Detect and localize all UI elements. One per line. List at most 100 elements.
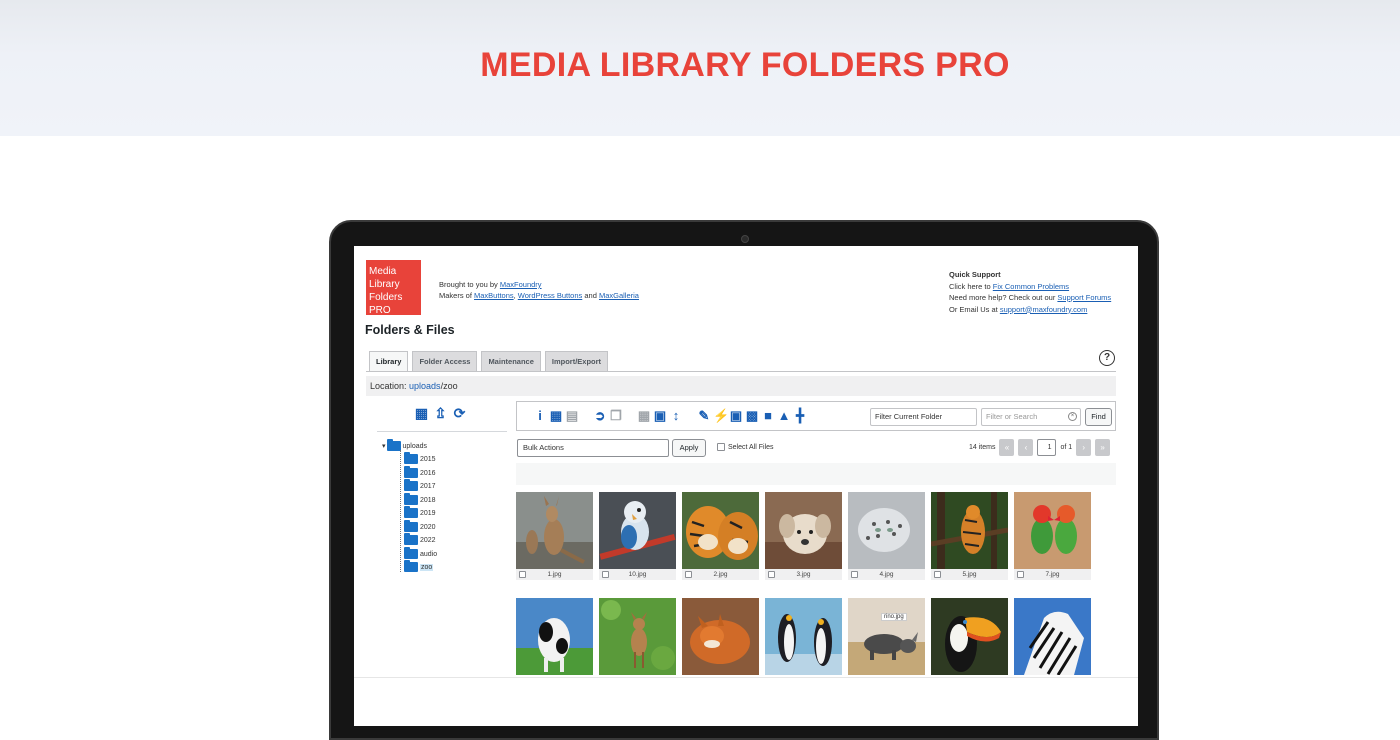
folder-icon [404,479,418,491]
tab-import-export[interactable]: Import/Export [544,351,609,371]
thumbnail-tiger[interactable] [682,492,759,569]
media-tile[interactable] [931,598,1008,675]
upload-icon[interactable]: ⇫ [433,406,448,421]
search-input[interactable]: Filter or Search × [981,408,1081,426]
tree-folder[interactable]: 2015 [404,452,436,464]
tile-checkbox[interactable] [1017,571,1024,578]
thumbnail-snow-leopard[interactable] [848,492,925,569]
tree-folder[interactable]: 2019 [404,506,436,518]
thumbnail-toucan[interactable] [931,598,1008,675]
media-tile[interactable]: 4.jpg [848,492,925,580]
fix-problems-link[interactable]: Fix Common Problems [993,282,1069,291]
tile-checkbox[interactable] [685,571,692,578]
select-all-checkbox[interactable] [717,443,725,451]
tab-folder-access[interactable]: Folder Access [412,351,478,371]
location-uploads-link[interactable]: uploads [409,381,441,391]
find-button[interactable]: Find [1085,408,1112,426]
sync-icon[interactable]: ⚡ [713,409,729,423]
tile-checkbox[interactable] [602,571,609,578]
camera-icon [741,235,749,243]
thumbnail-rhino[interactable]: rino.jpg [848,598,925,675]
tab-library[interactable]: Library [369,351,409,372]
media-tile[interactable]: 3.jpg [765,492,842,580]
pagination: 14 items « ‹ 1 of 1 › » [969,439,1111,456]
thumbnail-tiger-jungle[interactable] [931,492,1008,569]
image-icon[interactable]: ▩ [745,409,759,423]
media-tile[interactable]: 10.jpg [599,492,676,580]
sort-file-icon[interactable]: ▣ [653,409,667,423]
tab-maintenance[interactable]: Maintenance [481,351,541,371]
thumbnail-puppy[interactable] [765,492,842,569]
trash-icon[interactable]: ■ [761,409,775,423]
bulk-actions-select[interactable]: Bulk Actions [517,439,669,457]
wordpress-buttons-link[interactable]: WordPress Buttons [518,291,582,300]
tree-folder-selected[interactable]: zoo [404,560,434,572]
sitemap-icon[interactable]: ╋ [793,409,807,423]
media-tile[interactable] [682,598,759,675]
media-tile[interactable]: 2.jpg [682,492,759,580]
page-input[interactable]: 1 [1037,439,1057,456]
last-page-button[interactable]: » [1095,439,1111,456]
media-tile[interactable]: 5.jpg [931,492,1008,580]
rename-icon[interactable]: ✎ [697,409,711,423]
filter-current-folder-button[interactable]: Filter Current Folder [870,408,977,426]
thumbnail-fawn[interactable] [599,598,676,675]
grid-view-icon[interactable]: ▦ [549,409,563,423]
tree-folder[interactable]: audio [404,547,437,559]
thumbnail-parrot[interactable] [599,492,676,569]
page-title: Folders & Files [365,323,455,337]
clear-search-icon[interactable]: × [1068,412,1077,421]
media-tile[interactable] [765,598,842,675]
tree-folder[interactable]: 2022 [404,533,436,545]
media-tile[interactable]: rino.jpg [848,598,925,675]
tile-checkbox[interactable] [768,571,775,578]
tile-checkbox[interactable] [519,571,526,578]
tile-checkbox[interactable] [934,571,941,578]
add-folder-icon[interactable]: ▦ [414,406,429,421]
download-file-icon[interactable]: ▲ [777,409,791,423]
tree-folder[interactable]: 2017 [404,479,436,491]
tree-root[interactable]: ▾ uploads [382,439,427,451]
thumbnail-fox[interactable] [682,598,759,675]
apply-button[interactable]: Apply [672,439,706,457]
refresh-icon[interactable]: ⟳ [452,406,467,421]
media-tile[interactable] [599,598,676,675]
collapse-icon[interactable]: ▾ [382,442,386,450]
sort-order-icon[interactable]: ↕ [669,409,683,423]
prev-page-button[interactable]: ‹ [1018,439,1034,456]
tree-folder[interactable]: 2018 [404,493,436,505]
support-forums-link[interactable]: Support Forums [1057,293,1111,302]
file-name: 10.jpg [628,571,647,578]
tree-folder[interactable]: 2020 [404,520,436,532]
gallery-icon[interactable]: ▣ [729,409,743,423]
tree-folder-label: 2018 [420,496,436,504]
help-icon[interactable]: ? [1099,350,1115,366]
thumbnail-penguins[interactable] [765,598,842,675]
file-name: 2.jpg [713,571,728,578]
thumbnail-kangaroo[interactable] [516,492,593,569]
tree-folder[interactable]: 2016 [404,466,436,478]
thumbnail-lovebirds[interactable] [1014,492,1091,569]
tile-checkbox[interactable] [851,571,858,578]
maxgalleria-link[interactable]: MaxGalleria [599,291,639,300]
media-tile[interactable] [1014,598,1091,675]
thumbnail-zebra[interactable] [1014,598,1091,675]
media-tile[interactable] [516,598,593,675]
media-tile[interactable]: 7.jpg [1014,492,1091,580]
file-name: 5.jpg [962,571,977,578]
maxbuttons-link[interactable]: MaxButtons [474,291,514,300]
quick-support: Quick Support Click here to Fix Common P… [949,269,1111,315]
info-icon[interactable]: i [533,409,547,423]
select-all-files[interactable]: Select All Files [717,443,774,451]
maxfoundry-link[interactable]: MaxFoundry [500,280,542,289]
media-tile[interactable]: 1.jpg [516,492,593,580]
first-page-button[interactable]: « [999,439,1015,456]
move-icon[interactable]: ➲ [593,409,607,423]
list-view-icon[interactable]: ▤ [565,409,579,423]
folder-icon [386,439,401,451]
thumbnail-cow[interactable] [516,598,593,675]
calendar-icon[interactable]: ▦ [637,409,651,423]
support-email-link[interactable]: support@maxfoundry.com [1000,305,1088,314]
next-page-button[interactable]: › [1076,439,1092,456]
copy-icon[interactable]: ❐ [609,409,623,423]
